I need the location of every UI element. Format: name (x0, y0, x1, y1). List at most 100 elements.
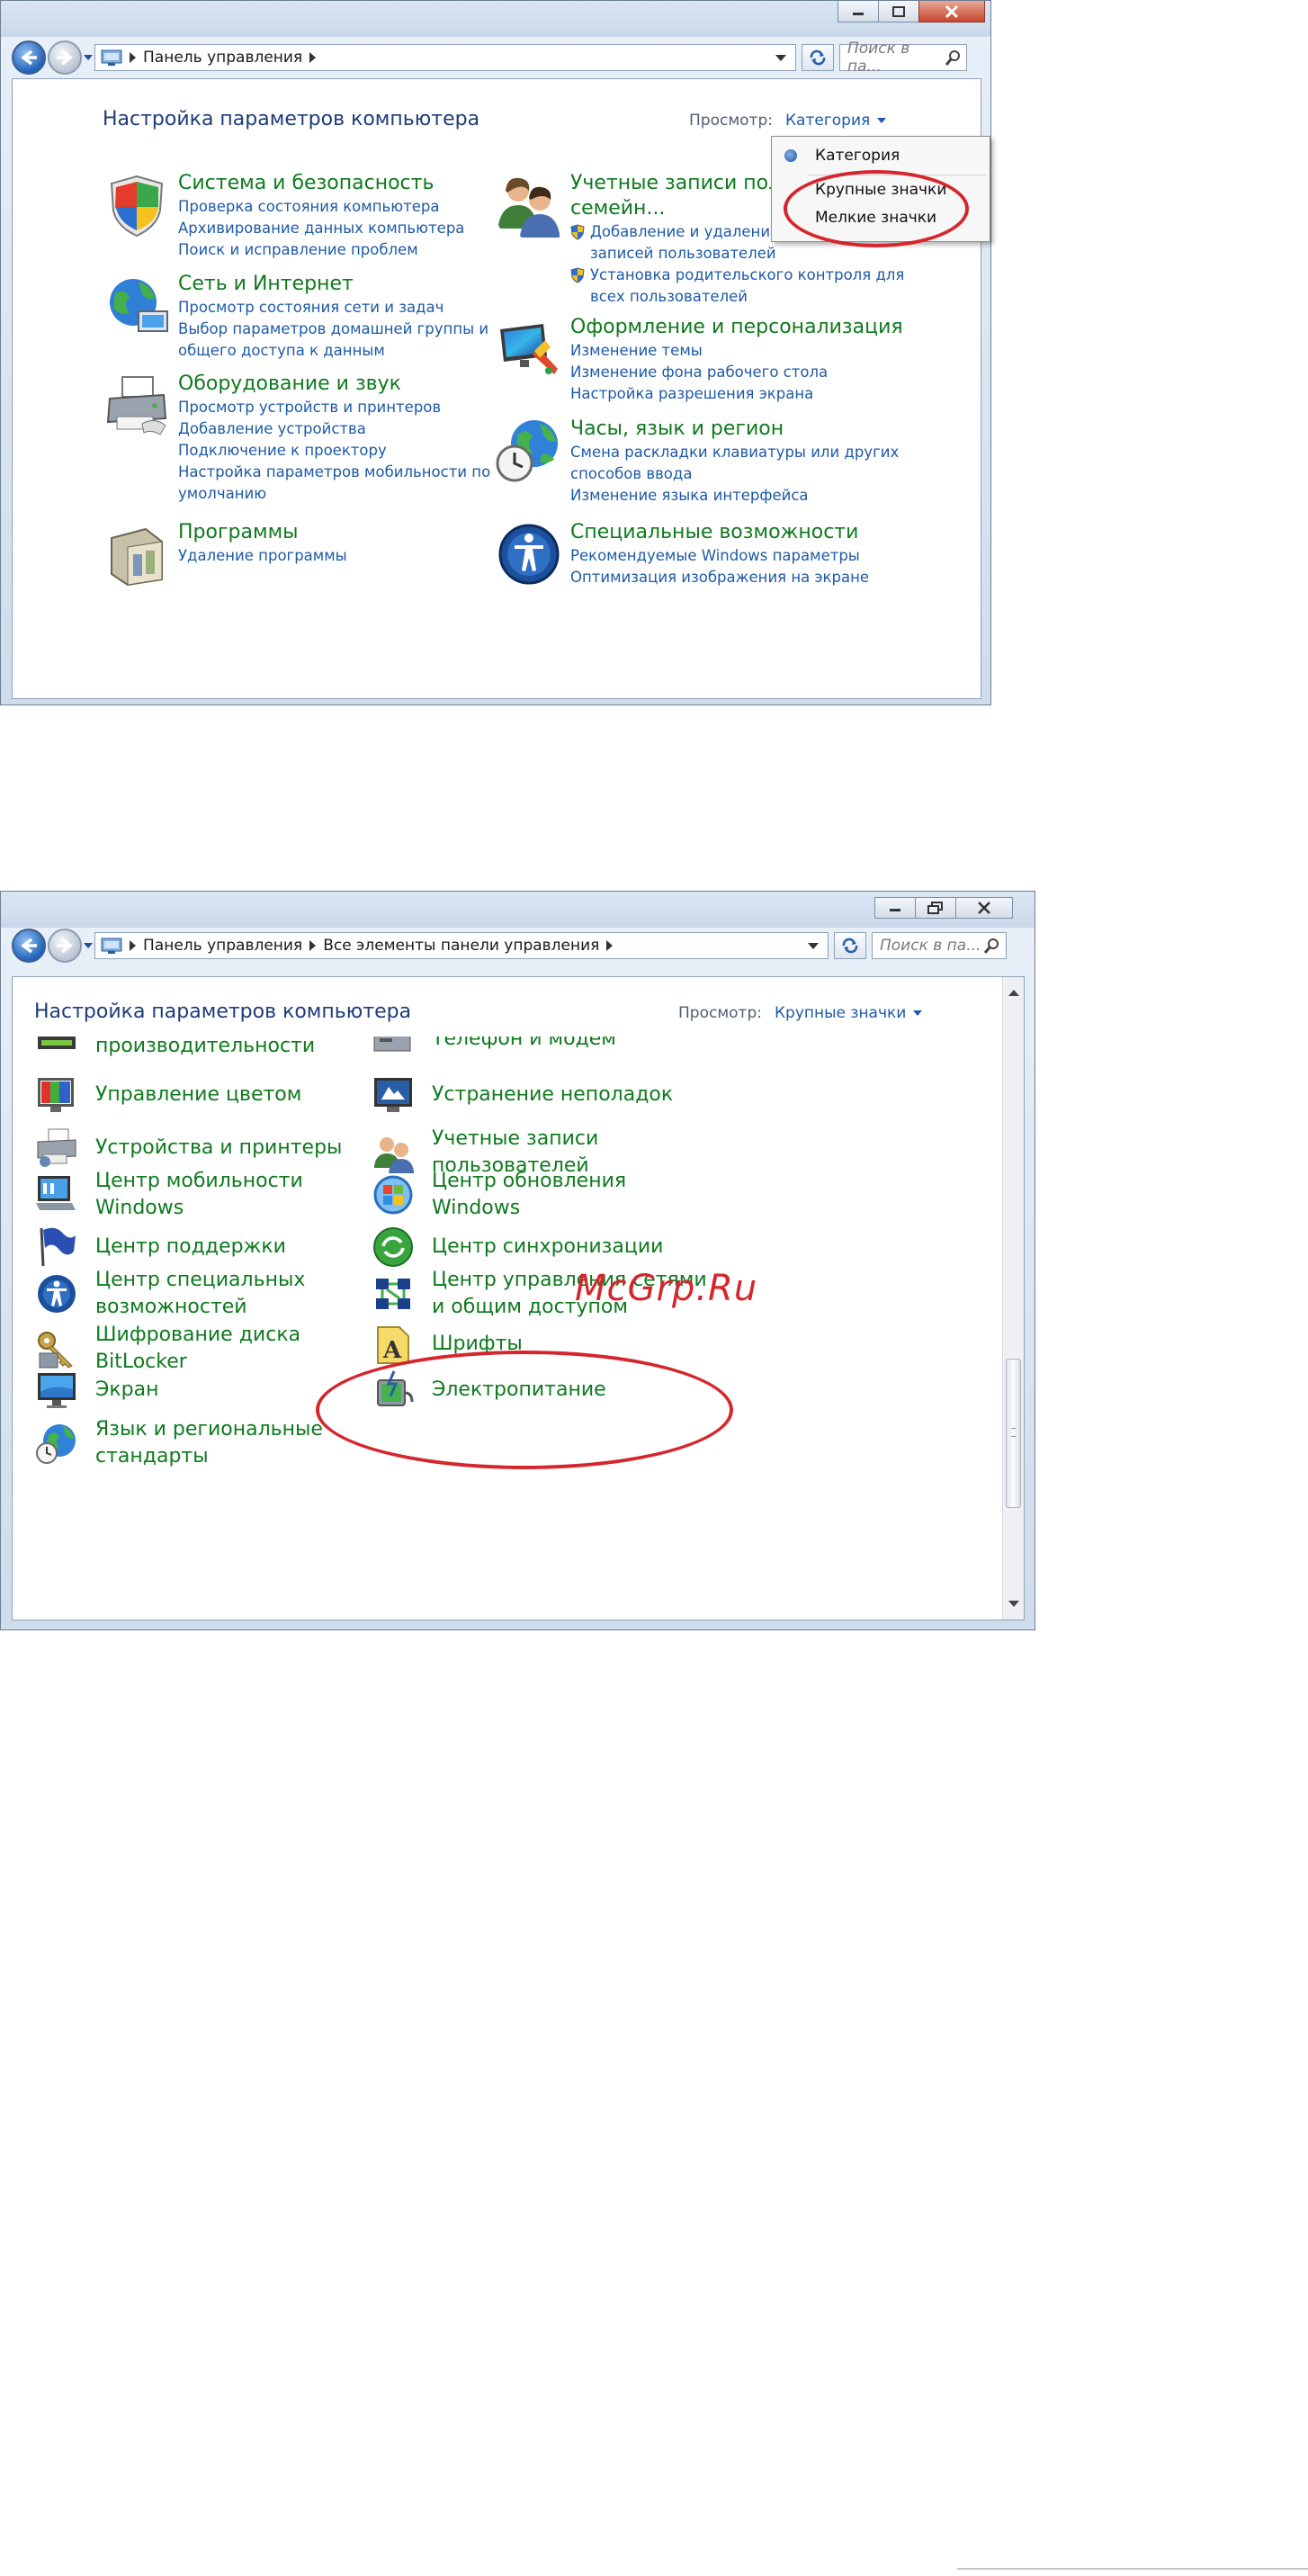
category-title[interactable]: Оформление и персонализация (570, 315, 903, 340)
minimize-button[interactable] (874, 897, 916, 919)
search-icon (945, 50, 960, 66)
task-link[interactable]: Добавление устройства (178, 418, 490, 440)
address-dropdown-arrow[interactable] (808, 943, 819, 949)
close-icon (978, 902, 990, 914)
item-phone-modem[interactable]: Телефон и модем (371, 1037, 616, 1062)
item-color-management[interactable]: Управление цветом (34, 1073, 301, 1117)
forward-button[interactable] (48, 40, 82, 75)
breadcrumb-control-panel[interactable]: Панель управления (143, 49, 302, 67)
task-link[interactable]: Изменение языка интерфейса (570, 485, 899, 507)
search-input-placeholder: Поиск в па... (847, 40, 910, 76)
maximize-button[interactable] (878, 1, 919, 22)
task-link[interactable]: Подключение к проектору (178, 440, 490, 462)
navigation-bar: Панель управления Поиск в па... (1, 34, 990, 81)
category-title[interactable]: Специальные возможности (570, 520, 869, 545)
search-box[interactable]: Поиск в па... (839, 40, 967, 76)
chevron-down-icon (84, 55, 93, 60)
breadcrumb-control-panel[interactable]: Панель управления (143, 937, 302, 955)
task-link[interactable]: Рекомендуемые Windows параметры (570, 545, 869, 567)
view-by-dropdown[interactable]: Крупные значки (775, 1004, 923, 1022)
clock-globe-icon (496, 420, 558, 482)
restore-button[interactable] (915, 897, 956, 919)
breadcrumb-separator (130, 52, 136, 63)
selected-radio-icon (784, 149, 797, 162)
task-link[interactable]: Установка родительского контроля для (570, 265, 919, 286)
category-title[interactable]: Система и безопасность (178, 171, 464, 196)
minimize-button[interactable] (838, 1, 879, 22)
search-box[interactable]: Поиск в па... (872, 932, 1007, 959)
item-devices-printers[interactable]: Устройства и принтеры (34, 1126, 342, 1171)
display-icon (38, 1373, 76, 1408)
category-title[interactable]: Оборудование и звук (178, 372, 490, 397)
recent-pages-dropdown[interactable] (82, 932, 94, 959)
printer-icon (106, 376, 167, 435)
refresh-button[interactable] (802, 44, 834, 71)
search-input-placeholder: Поиск в па... (880, 937, 981, 955)
item-action-center[interactable]: Центр поддержки (34, 1225, 286, 1270)
scroll-grip (1011, 1428, 1016, 1437)
back-button[interactable] (12, 40, 46, 75)
category-hardware-sound: Оборудование и звук Просмотр устройств и… (103, 372, 490, 505)
category-title[interactable]: Сеть и Интернет (178, 272, 488, 297)
back-arrow-icon (21, 49, 37, 66)
menu-item-category[interactable]: Категория (772, 137, 990, 175)
close-button[interactable] (918, 1, 985, 22)
task-link[interactable]: общего доступа к данным (178, 340, 488, 362)
scroll-down-arrow-icon[interactable] (1008, 1601, 1019, 1607)
task-link-text: Установка родительского контроля для (590, 266, 905, 283)
task-link[interactable]: Проверка состояния компьютера (178, 196, 464, 218)
item-label: Центр мобильности Windows (95, 1170, 303, 1219)
item-sync-center[interactable]: Центр синхронизации (371, 1225, 663, 1270)
task-link-continuation[interactable]: всех пользователей (570, 286, 919, 308)
task-link[interactable]: Настройка разрешения экрана (570, 383, 903, 405)
close-button[interactable] (955, 897, 1013, 919)
network-globe-icon (110, 279, 168, 332)
refresh-button[interactable] (834, 932, 866, 959)
address-dropdown-arrow[interactable] (775, 55, 786, 61)
task-link[interactable]: Удаление программы (178, 545, 347, 567)
task-link[interactable]: Изменение фона рабочего стола (570, 362, 903, 383)
task-link[interactable]: Архивирование данных компьютера (178, 218, 464, 239)
back-button[interactable] (12, 929, 46, 963)
item-region-language[interactable]: Язык и региональные стандарты (34, 1416, 323, 1470)
task-link[interactable]: Просмотр состояния сети и задач (178, 297, 488, 319)
category-appearance-personalization: Оформление и персонализация Изменение те… (495, 315, 903, 405)
refresh-icon (810, 49, 826, 66)
item-label: Язык и региональные стандарты (95, 1418, 323, 1468)
scroll-thumb[interactable] (1006, 1359, 1021, 1508)
task-link[interactable]: Просмотр устройств и принтеров (178, 397, 490, 418)
forward-button[interactable] (48, 929, 82, 963)
dropdown-arrow-icon (877, 118, 887, 123)
search-icon (984, 938, 999, 954)
phone-modem-icon (373, 1037, 411, 1052)
item-label: Центр синхронизации (432, 1235, 664, 1258)
address-bar[interactable]: Панель управления Все элементы панели уп… (94, 932, 829, 959)
breadcrumb-all-items[interactable]: Все элементы панели управления (323, 937, 599, 955)
recent-pages-dropdown[interactable] (82, 44, 94, 71)
scroll-up-arrow-icon[interactable] (1008, 990, 1019, 996)
address-bar[interactable]: Панель управления (94, 44, 796, 71)
task-link[interactable]: Поиск и исправление проблем (178, 239, 464, 261)
task-link[interactable]: Смена раскладки клавиатуры или других (570, 442, 899, 463)
item-display[interactable]: Экран (34, 1368, 158, 1413)
item-mobility-center[interactable]: Центр мобильности Windows (34, 1168, 303, 1222)
vertical-scrollbar[interactable] (1002, 977, 1024, 1620)
item-windows-update[interactable]: Центр обновления Windows (371, 1168, 626, 1222)
category-title[interactable]: Программы (178, 520, 347, 545)
item-troubleshooting[interactable]: Устранение неполадок (371, 1073, 673, 1117)
task-link[interactable]: Настройка параметров мобильности по (178, 462, 490, 483)
item-performance[interactable]: производительности (34, 1037, 315, 1069)
view-by-dropdown[interactable]: Категория (785, 112, 887, 130)
task-link[interactable]: Оптимизация изображения на экране (570, 567, 869, 588)
control-panel-icon (101, 49, 122, 66)
breadcrumb-separator (130, 940, 136, 951)
content-area: Настройка параметров компьютера Просмотр… (12, 976, 1025, 1620)
task-link-continuation[interactable]: умолчанию (178, 483, 490, 505)
task-link[interactable]: Выбор параметров домашней группы и (178, 319, 488, 340)
task-link-continuation[interactable]: способов ввода (570, 463, 899, 485)
category-title[interactable]: Часы, язык и регион (570, 417, 899, 442)
task-link[interactable]: Изменение темы (570, 340, 903, 362)
category-programs: Программы Удаление программы (103, 520, 347, 588)
item-ease-of-access-center[interactable]: Центр специальных возможностей (34, 1267, 305, 1321)
minimize-icon (890, 909, 900, 911)
